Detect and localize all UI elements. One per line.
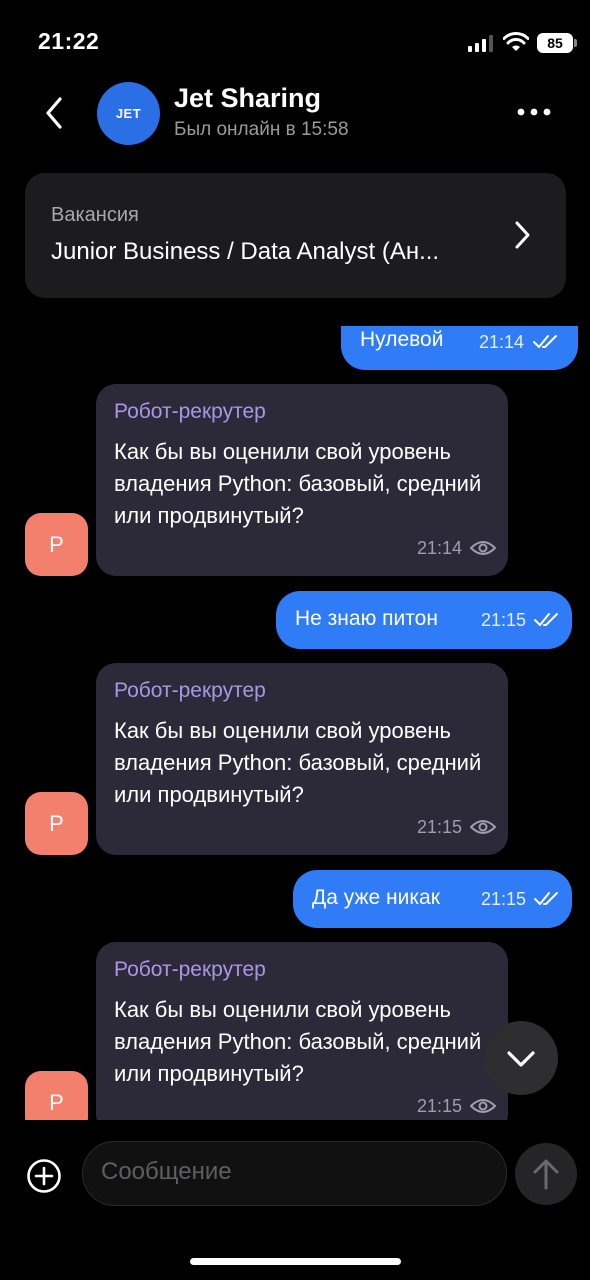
message-time: 21:15: [417, 817, 463, 837]
vacancy-label: Вакансия: [51, 204, 139, 226]
eye-icon: [470, 541, 496, 555]
double-check-icon: [534, 613, 558, 626]
last-seen-status: Был онлайн в 15:58: [174, 119, 349, 140]
battery-level: 85: [537, 33, 573, 53]
back-chevron-icon[interactable]: [40, 95, 70, 131]
bot-avatar[interactable]: Р: [25, 792, 88, 855]
status-time: 21:22: [38, 28, 100, 54]
eye-icon: [470, 820, 496, 834]
cellular-signal-icon: [468, 35, 493, 52]
chat-avatar[interactable]: JET: [97, 82, 160, 145]
message-time: 21:14: [417, 538, 463, 558]
message-text: Не знаю питон: [295, 607, 438, 630]
message-text: Да уже никак: [312, 886, 440, 909]
message-text: Как бы вы оценили свой уровень владения …: [114, 718, 482, 807]
message-text: Нулевой: [360, 328, 444, 351]
message-time: 21:15: [481, 610, 527, 630]
double-check-icon: [534, 892, 558, 905]
incoming-message[interactable]: Робот-рекрутер Как бы вы оценили свой ур…: [96, 384, 508, 576]
more-options-icon[interactable]: [514, 102, 554, 122]
message-time: 21:15: [417, 1096, 463, 1116]
home-indicator: [190, 1258, 401, 1265]
eye-icon: [470, 1099, 496, 1113]
outgoing-message[interactable]: Да уже никак 21:15: [293, 870, 572, 928]
wifi-icon: [503, 32, 529, 51]
bot-avatar[interactable]: Р: [25, 513, 88, 576]
message-time: 21:15: [481, 889, 527, 909]
battery-tip: [574, 39, 577, 47]
plus-circle-icon[interactable]: [26, 1158, 62, 1194]
message-text: Как бы вы оценили свой уровень владения …: [114, 997, 482, 1086]
vacancy-card[interactable]: [25, 173, 566, 298]
incoming-message[interactable]: Робот-рекрутер Как бы вы оценили свой ур…: [96, 942, 508, 1134]
chat-title[interactable]: Jet Sharing: [174, 83, 321, 114]
send-button[interactable]: [515, 1143, 577, 1205]
message-text: Как бы вы оценили свой уровень владения …: [114, 439, 482, 528]
incoming-message[interactable]: Робот-рекрутер Как бы вы оценили свой ур…: [96, 663, 508, 855]
outgoing-message[interactable]: Не знаю питон 21:15: [276, 591, 572, 649]
scroll-down-button[interactable]: [484, 1021, 558, 1095]
double-check-icon: [533, 335, 557, 348]
sender-name: Робот-рекрутер: [114, 400, 266, 423]
chevron-right-icon: [515, 221, 530, 249]
sender-name: Робот-рекрутер: [114, 679, 266, 702]
sender-name: Робот-рекрутер: [114, 958, 266, 981]
vacancy-title: Junior Business / Data Analyst (Ан...: [51, 238, 440, 265]
arrow-up-icon: [533, 1159, 559, 1190]
message-input-placeholder: Сообщение: [101, 1158, 232, 1185]
chevron-down-icon: [507, 1051, 535, 1067]
outgoing-message[interactable]: Нулевой 21:14: [341, 326, 578, 370]
message-time: 21:14: [479, 332, 525, 352]
